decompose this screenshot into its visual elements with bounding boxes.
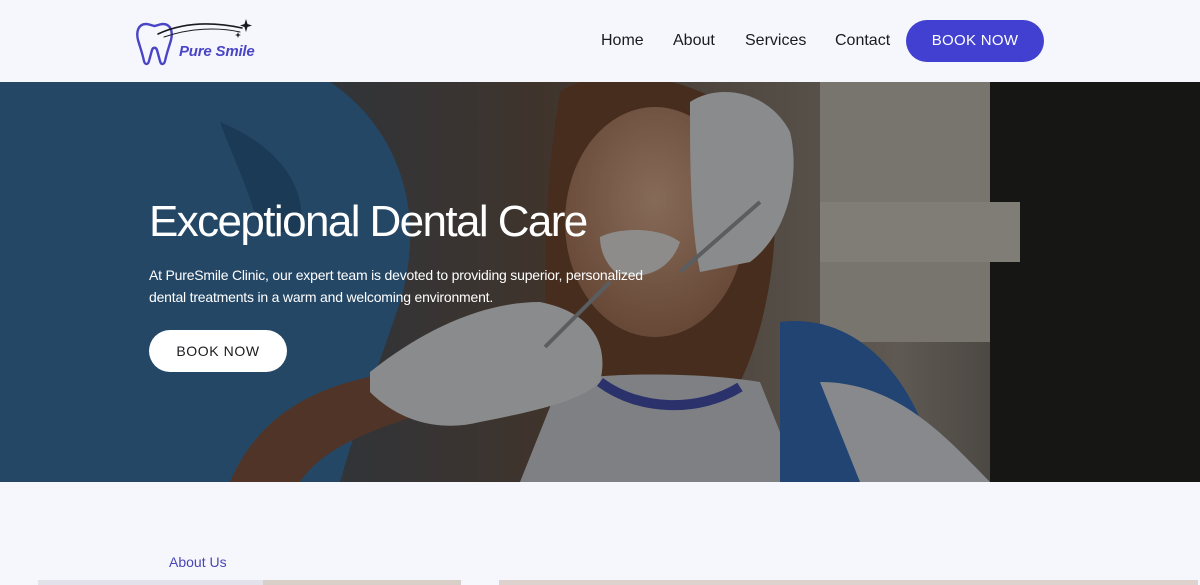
about-image-strip bbox=[38, 580, 1198, 585]
nav-services[interactable]: Services bbox=[745, 30, 806, 52]
nav-contact[interactable]: Contact bbox=[835, 30, 890, 52]
about-us-label: About Us bbox=[169, 554, 227, 570]
book-now-hero-button[interactable]: BOOK NOW bbox=[149, 330, 287, 372]
site-header: Pure Smile Home About Services Contact B… bbox=[0, 0, 1200, 82]
hero-description: At PureSmile Clinic, our expert team is … bbox=[149, 267, 643, 305]
main-nav: Home About Services Contact BOOK NOW bbox=[0, 20, 1200, 62]
hero-title: Exceptional Dental Care bbox=[149, 197, 588, 246]
nav-home[interactable]: Home bbox=[601, 30, 644, 52]
book-now-header-button[interactable]: BOOK NOW bbox=[906, 20, 1044, 62]
hero-section: Exceptional Dental Care At PureSmile Cli… bbox=[0, 82, 1200, 482]
nav-about[interactable]: About bbox=[673, 30, 715, 52]
